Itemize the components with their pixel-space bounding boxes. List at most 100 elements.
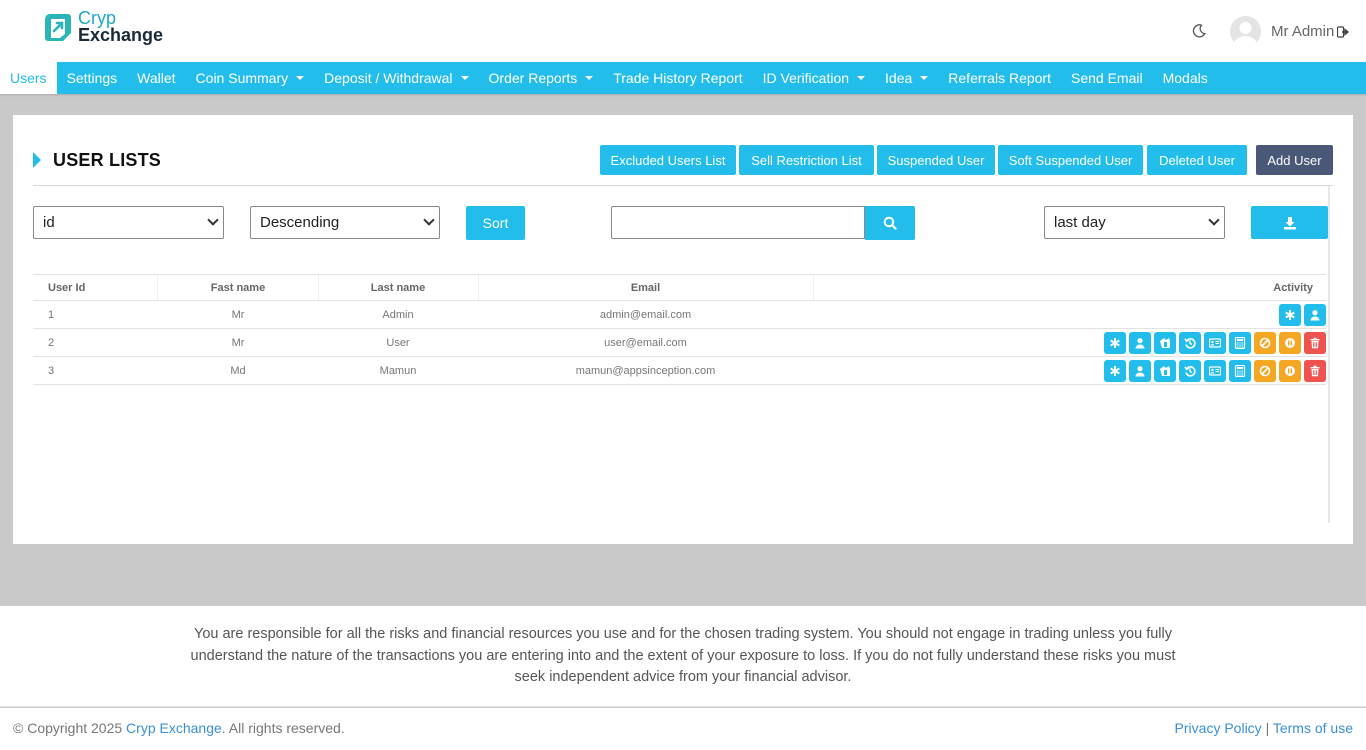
cell-last-name: User: [386, 336, 410, 349]
copyright-brand-link[interactable]: Cryp Exchange: [126, 720, 222, 736]
nav-item-label: Wallet: [137, 70, 176, 86]
ban-icon: [1259, 337, 1271, 348]
delete-action-button[interactable]: [1304, 331, 1326, 354]
sort-order-value: Descending: [260, 214, 340, 231]
history-action-button[interactable]: [1179, 331, 1201, 354]
nav-item-wallet[interactable]: Wallet: [127, 62, 185, 94]
search-icon: [883, 216, 897, 230]
password-action-button[interactable]: [1104, 331, 1126, 354]
soft-suspended-user-button[interactable]: Soft Suspended User: [998, 145, 1143, 175]
profile-action-button[interactable]: [1304, 303, 1326, 326]
caret-down-icon: [920, 76, 929, 80]
date-range-select[interactable]: last day: [1044, 206, 1225, 239]
caret-down-icon: [857, 76, 866, 80]
calculator-action-button[interactable]: [1229, 359, 1251, 382]
password-action-button[interactable]: [1279, 303, 1301, 326]
nav-item-coin-summary[interactable]: Coin Summary: [186, 62, 315, 94]
asterisk-icon: [1285, 309, 1295, 320]
asterisk-icon: [1110, 337, 1120, 348]
nav-item-idea[interactable]: Idea: [875, 62, 938, 94]
table-header-row: User Id Fast name Last name Email Activi…: [33, 274, 1326, 302]
scroll-track[interactable]: [1328, 186, 1330, 523]
add-user-button[interactable]: Add User: [1256, 145, 1333, 175]
sell-restriction-list-button[interactable]: Sell Restriction List: [739, 145, 874, 175]
trash-icon: [1310, 365, 1320, 376]
search-input[interactable]: [611, 206, 865, 239]
cell-last-name: Mamun: [379, 364, 417, 377]
delete-action-button[interactable]: [1304, 359, 1326, 382]
cell-first-name: Mr: [231, 336, 245, 349]
wallet-action-button[interactable]: [1154, 331, 1176, 354]
password-action-button[interactable]: [1104, 359, 1126, 382]
calculator-action-button[interactable]: [1229, 331, 1251, 354]
sort-order-select[interactable]: Descending: [250, 206, 440, 239]
download-button[interactable]: [1251, 206, 1328, 239]
pause-action-button[interactable]: [1279, 331, 1301, 354]
sort-field-value: id: [43, 214, 55, 231]
user-list-panel: USER LISTS Excluded Users List Sell Rest…: [13, 115, 1353, 544]
header-last-name[interactable]: Last name: [318, 275, 478, 300]
history-action-button[interactable]: [1179, 359, 1201, 382]
title-divider: [33, 185, 1333, 186]
page-title: USER LISTS: [53, 150, 162, 170]
sort-button[interactable]: Sort: [466, 206, 525, 240]
user-icon: [1135, 365, 1145, 376]
header-email[interactable]: Email: [478, 275, 813, 300]
logo-icon: [45, 14, 71, 41]
nav-item-label: Order Reports: [488, 70, 578, 86]
nav-item-users[interactable]: Users: [0, 62, 57, 94]
pause-action-button[interactable]: [1279, 359, 1301, 382]
cell-activity: [1279, 301, 1326, 328]
nav-item-modals[interactable]: Modals: [1153, 62, 1218, 94]
suspended-user-button[interactable]: Suspended User: [877, 145, 995, 175]
terms-of-use-link[interactable]: Terms of use: [1273, 720, 1353, 736]
nav-item-label: Idea: [885, 70, 913, 86]
sort-field-select[interactable]: id: [33, 206, 224, 239]
profile-action-button[interactable]: [1129, 359, 1151, 382]
trash-icon: [1310, 337, 1320, 348]
nav-item-label: Deposit / Withdrawal: [324, 70, 453, 86]
header-first-name[interactable]: Fast name: [158, 275, 318, 300]
id-card-action-button[interactable]: [1204, 359, 1226, 382]
nav-item-send-email[interactable]: Send Email: [1061, 62, 1153, 94]
excluded-users-list-button[interactable]: Excluded Users List: [600, 145, 736, 175]
brand-logo[interactable]: Cryp Exchange: [44, 9, 163, 44]
privacy-policy-link[interactable]: Privacy Policy: [1175, 720, 1262, 736]
header-activity: Activity: [1273, 281, 1313, 294]
nav-item-order-reports[interactable]: Order Reports: [479, 62, 604, 94]
nav-item-trade-history-report[interactable]: Trade History Report: [603, 62, 752, 94]
nav-item-id-verification[interactable]: ID Verification: [753, 62, 875, 94]
nav-item-settings[interactable]: Settings: [57, 62, 128, 94]
user-icon: [1135, 337, 1145, 348]
moon-icon[interactable]: [1191, 23, 1207, 39]
cell-user-id: 2: [48, 336, 55, 349]
wallet-action-button[interactable]: [1154, 359, 1176, 382]
user-icon: [1310, 309, 1320, 320]
caret-down-icon: [296, 76, 305, 80]
wallet-icon: [1160, 365, 1170, 376]
cell-first-name: Mr: [231, 308, 245, 321]
ban-action-button[interactable]: [1254, 359, 1276, 382]
nav-item-deposit-withdrawal[interactable]: Deposit / Withdrawal: [314, 62, 478, 94]
deleted-user-button[interactable]: Deleted User: [1147, 145, 1247, 175]
id-card-icon: [1209, 365, 1221, 376]
nav-item-label: ID Verification: [762, 70, 850, 86]
avatar[interactable]: [1230, 16, 1261, 47]
users-table: User Id Fast name Last name Email Activi…: [33, 274, 1326, 385]
cell-user-id: 3: [48, 364, 55, 377]
search-button[interactable]: [865, 206, 915, 240]
profile-action-button[interactable]: [1129, 331, 1151, 354]
date-range-value: last day: [1054, 214, 1106, 231]
cell-first-name: Md: [230, 364, 246, 377]
title-arrow-icon: [33, 152, 41, 168]
id-card-action-button[interactable]: [1204, 331, 1226, 354]
user-name[interactable]: Mr Admin: [1271, 23, 1334, 40]
cell-user-id: 1: [48, 308, 55, 321]
nav-item-referrals-report[interactable]: Referrals Report: [938, 62, 1061, 94]
header-user-id[interactable]: User Id: [48, 275, 85, 300]
ban-action-button[interactable]: [1254, 331, 1276, 354]
copyright-suffix: . All rights reserved.: [221, 720, 345, 736]
caret-down-icon: [460, 76, 469, 80]
logout-icon[interactable]: [1337, 26, 1350, 38]
ban-icon: [1259, 365, 1271, 376]
